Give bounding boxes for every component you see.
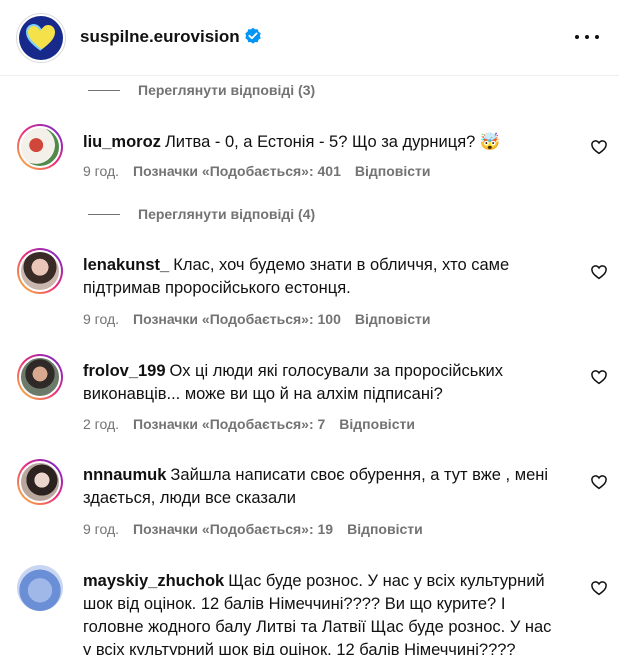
divider-line xyxy=(88,89,120,91)
comment-username[interactable]: frolov_199 xyxy=(83,362,166,380)
avatar-image xyxy=(19,126,61,168)
account-avatar[interactable] xyxy=(16,13,66,63)
heart-logo-icon xyxy=(19,16,63,60)
comment-text: lenakunst_ Клас, хоч будемо знати в облич… xyxy=(83,254,553,300)
avatar-image xyxy=(19,461,61,503)
avatar[interactable] xyxy=(17,565,63,611)
avatar[interactable] xyxy=(17,354,63,400)
comment-text: nnnaumuk Зайшла написати своє обурення, а… xyxy=(83,464,553,510)
comment-username[interactable]: mayskiy_zhuchok xyxy=(83,572,224,590)
view-replies-link[interactable]: Переглянути відповіді (3) xyxy=(88,82,315,98)
comment-likes[interactable]: Позначки «Подобається»: 401 xyxy=(133,163,341,179)
comment-username[interactable]: lenakunst_ xyxy=(83,256,169,274)
comment-text: frolov_199 Ох ці люди які голосували за п… xyxy=(83,360,553,406)
like-heart-icon[interactable] xyxy=(590,579,608,597)
comment-meta: 9 год. Позначки «Подобається»: 100 Відпо… xyxy=(83,311,431,327)
comment-time[interactable]: 9 год. xyxy=(83,521,119,537)
comment-time[interactable]: 9 год. xyxy=(83,311,119,327)
view-replies-link[interactable]: Переглянути відповіді (4) xyxy=(88,206,315,222)
view-replies-label[interactable]: Переглянути відповіді (4) xyxy=(138,206,315,222)
comment-text: mayskiy_zhuchok Щас буде рознос. У нас у … xyxy=(83,570,553,655)
comment-body: Литва - 0, а Естонія - 5? Що за дурниця?… xyxy=(164,133,501,151)
reply-button[interactable]: Відповісти xyxy=(339,416,415,432)
more-dots-icon[interactable] xyxy=(575,27,599,47)
comment-meta: 9 год. Позначки «Подобається»: 19 Відпов… xyxy=(83,521,423,537)
avatar[interactable] xyxy=(17,248,63,294)
comment-likes[interactable]: Позначки «Подобається»: 7 xyxy=(133,416,325,432)
avatar-image xyxy=(19,250,61,292)
like-heart-icon[interactable] xyxy=(590,263,608,281)
avatar[interactable] xyxy=(17,459,63,505)
like-heart-icon[interactable] xyxy=(590,473,608,491)
avatar[interactable] xyxy=(17,124,63,170)
comment-time[interactable]: 2 год. xyxy=(83,416,119,432)
comment-likes[interactable]: Позначки «Подобається»: 100 xyxy=(133,311,341,327)
comment-username[interactable]: liu_moroz xyxy=(83,133,161,151)
account-username[interactable]: suspilne.eurovision xyxy=(80,27,262,47)
comment-username[interactable]: nnnaumuk xyxy=(83,466,166,484)
comment-likes[interactable]: Позначки «Подобається»: 19 xyxy=(133,521,333,537)
avatar-image xyxy=(17,565,63,611)
divider-line xyxy=(88,213,120,215)
view-replies-label[interactable]: Переглянути відповіді (3) xyxy=(138,82,315,98)
like-heart-icon[interactable] xyxy=(590,368,608,386)
reply-button[interactable]: Відповісти xyxy=(355,311,431,327)
reply-button[interactable]: Відповісти xyxy=(355,163,431,179)
more-dot xyxy=(575,35,579,39)
post-header: suspilne.eurovision xyxy=(0,0,619,76)
like-heart-icon[interactable] xyxy=(590,138,608,156)
avatar-image xyxy=(19,356,61,398)
comment-meta: 9 год. Позначки «Подобається»: 401 Відпо… xyxy=(83,163,431,179)
comment-meta: 2 год. Позначки «Подобається»: 7 Відпові… xyxy=(83,416,415,432)
verified-badge-icon xyxy=(244,27,261,44)
account-username-text[interactable]: suspilne.eurovision xyxy=(80,27,240,46)
comment-time[interactable]: 9 год. xyxy=(83,163,119,179)
comment-text: liu_moroz Литва - 0, а Естонія - 5? Що за… xyxy=(83,131,553,154)
reply-button[interactable]: Відповісти xyxy=(347,521,423,537)
more-dot xyxy=(595,35,599,39)
more-dot xyxy=(585,35,589,39)
